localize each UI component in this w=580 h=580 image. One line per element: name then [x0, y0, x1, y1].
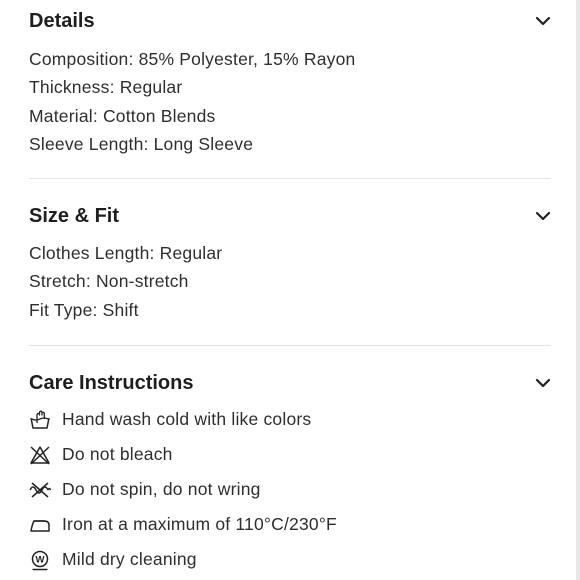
- care-item-text: Do not bleach: [62, 444, 173, 464]
- details-line: Thickness: Regular: [29, 77, 183, 98]
- hand-wash-icon: [29, 409, 51, 431]
- divider: [29, 178, 551, 179]
- divider: [29, 345, 551, 346]
- care-item-text: Mild dry cleaning: [62, 549, 197, 569]
- chevron-down-icon[interactable]: [535, 16, 551, 26]
- svg-text:W: W: [36, 554, 45, 565]
- details-line: Sleeve Length: Long Sleeve: [29, 133, 254, 154]
- care-list: Hand wash cold with like colors Do not b…: [29, 402, 551, 577]
- size-fit-line: Stretch: Non-stretch: [29, 271, 189, 292]
- care-item: W Mild dry cleaning: [29, 542, 551, 577]
- care-item: Iron at a maximum of 110°C/230°F: [29, 507, 551, 542]
- care-title: Care Instructions: [29, 372, 194, 394]
- details-line: Composition: 85% Polyester, 15% Rayon: [29, 49, 356, 69]
- details-header[interactable]: Details: [29, 0, 551, 40]
- care-item-text: Hand wash cold with like colors: [62, 409, 312, 429]
- size-fit-list: Clothes Length: Regular Stretch: Non-str…: [29, 239, 551, 324]
- details-section: Details Composition: 85% Polyester, 15% …: [29, 0, 551, 158]
- size-fit-line: Clothes Length: Regular: [29, 243, 223, 263]
- details-list: Composition: 85% Polyester, 15% Rayon Th…: [29, 45, 551, 158]
- details-line: Material: Cotton Blends: [29, 105, 216, 126]
- size-fit-section: Size & Fit Clothes Length: Regular Stret…: [29, 195, 551, 324]
- chevron-down-icon[interactable]: [535, 211, 551, 221]
- care-item-text: Iron at a maximum of 110°C/230°F: [62, 514, 337, 534]
- care-item: Hand wash cold with like colors: [29, 402, 551, 437]
- no-bleach-icon: [29, 444, 51, 466]
- size-fit-title: Size & Fit: [29, 205, 120, 227]
- mild-dry-clean-icon: W: [29, 549, 51, 571]
- scrollbar-track[interactable]: [576, 0, 580, 580]
- care-header[interactable]: Care Instructions: [29, 362, 551, 402]
- care-item-text: Do not spin, do not wring: [62, 479, 261, 499]
- no-wring-icon: [29, 479, 51, 501]
- size-fit-line: Fit Type: Shift: [29, 299, 139, 320]
- iron-icon: [29, 514, 51, 536]
- care-item: Do not bleach: [29, 437, 551, 472]
- care-item: Do not spin, do not wring: [29, 472, 551, 507]
- size-fit-header[interactable]: Size & Fit: [29, 195, 551, 235]
- details-title: Details: [29, 10, 95, 32]
- care-section: Care Instructions Hand wash cold with li…: [29, 362, 551, 577]
- chevron-down-icon[interactable]: [535, 378, 551, 388]
